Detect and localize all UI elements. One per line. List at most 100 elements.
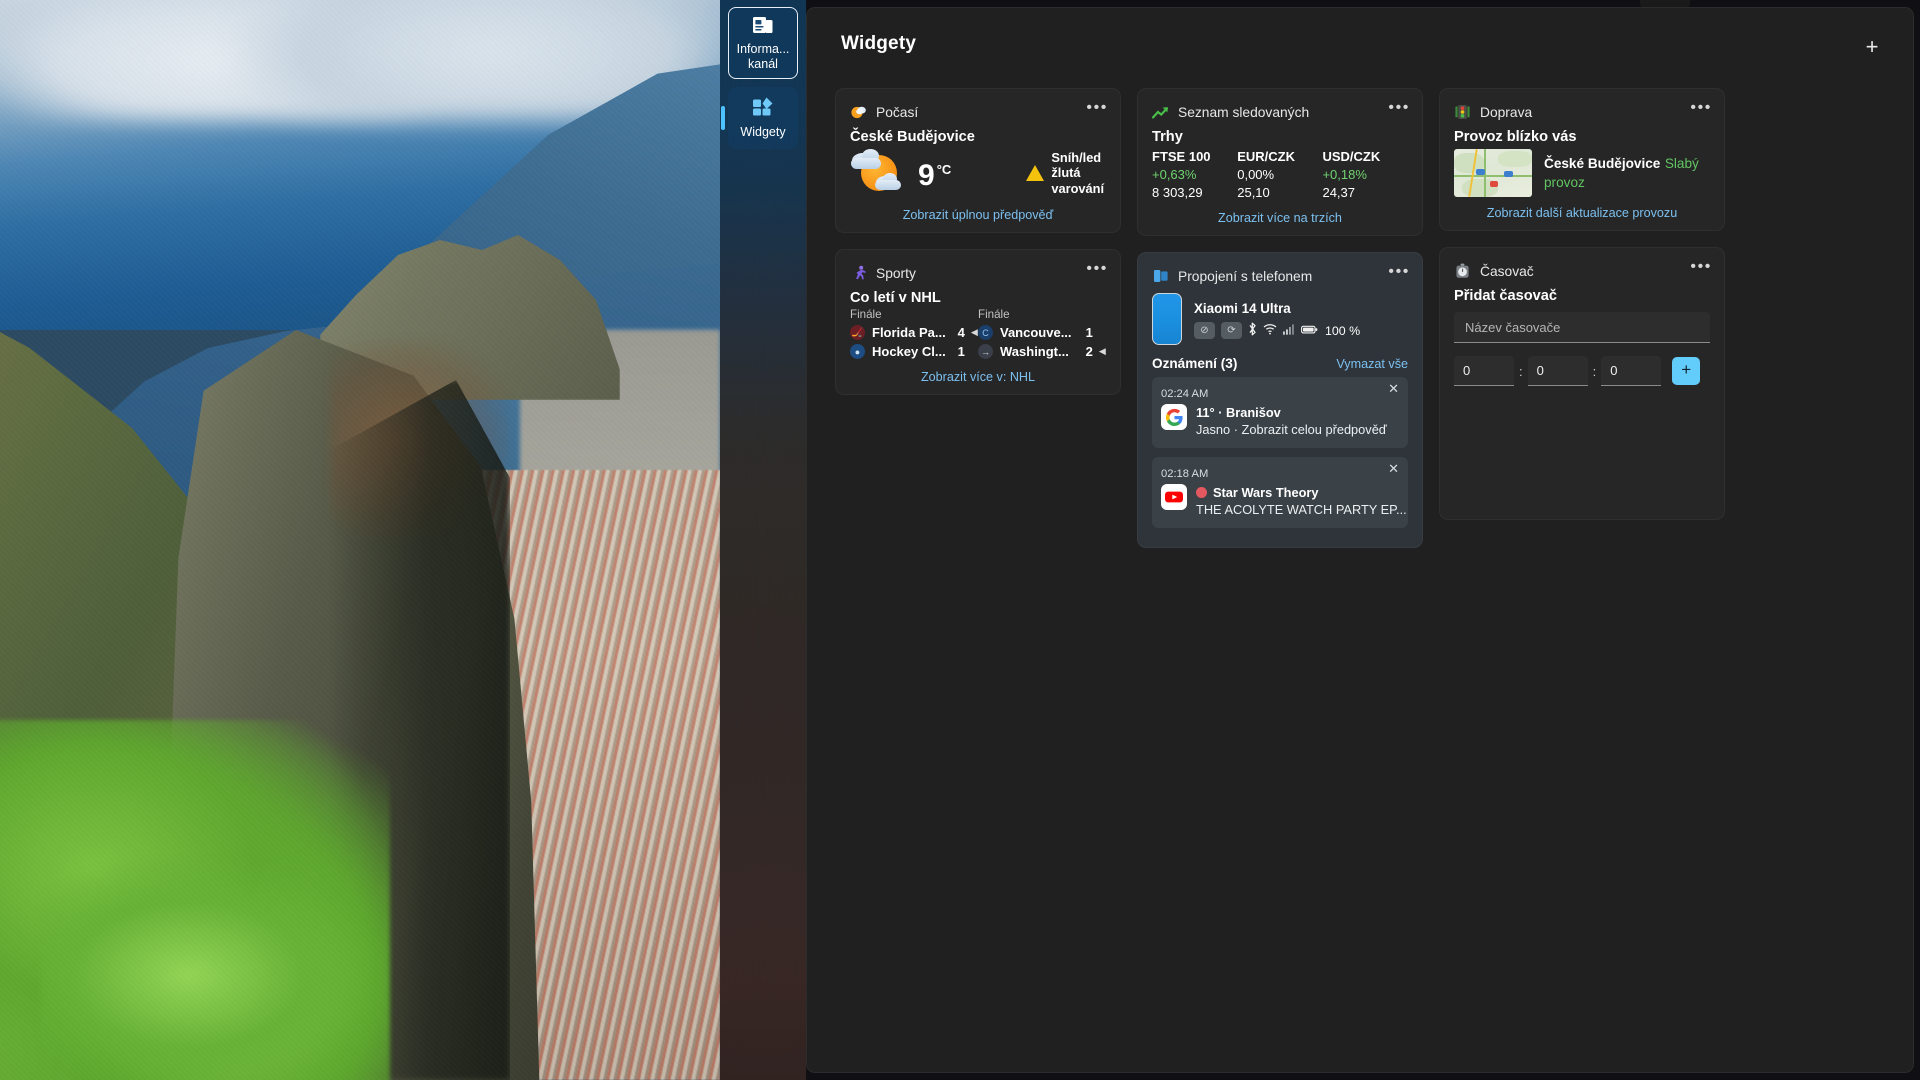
traffic-widget-name: Doprava — [1480, 105, 1532, 120]
watchlist-symbol: EUR/CZK — [1237, 148, 1322, 166]
sports-team-row: → Washingt... 2 ◀ — [978, 342, 1106, 361]
timer-widget-menu[interactable]: ••• — [1690, 259, 1712, 275]
timer-duration-fields: : : + — [1454, 356, 1710, 386]
weather-temperature: 9°C — [918, 155, 951, 191]
watchlist-change: +0,18% — [1322, 166, 1407, 184]
notification-item[interactable]: 02:18 AM ✕ Star Wars Theory — [1152, 457, 1408, 528]
sidebar-item-widgets[interactable]: Widgety — [728, 87, 798, 149]
watchlist-item[interactable]: FTSE 100 +0,63% 8 303,29 — [1152, 148, 1237, 202]
traffic-widget-menu[interactable]: ••• — [1690, 100, 1712, 116]
notification-body: 11° · Branišov Jasno · Zobrazit celou př… — [1161, 404, 1399, 439]
traffic-content-row: České Budějovice Slabý provoz — [1454, 149, 1710, 197]
phone-notifications-title: Oznámení (3) — [1152, 356, 1237, 371]
watchlist-more-link[interactable]: Zobrazit více na trzích — [1152, 211, 1408, 225]
traffic-more-link[interactable]: Zobrazit další aktualizace provozu — [1454, 206, 1710, 220]
wifi-icon — [1263, 323, 1277, 338]
timer-name-input[interactable] — [1454, 312, 1710, 343]
weather-widget[interactable]: Počasí ••• České Budějovice 9°C — [835, 88, 1121, 233]
watchlist-widget-menu[interactable]: ••• — [1388, 100, 1410, 116]
timer-minutes-input[interactable] — [1528, 356, 1588, 386]
traffic-widget[interactable]: Doprava ••• Provoz blízko vás České Budě… — [1439, 88, 1725, 231]
weather-widget-header: Počasí ••• — [850, 101, 1106, 123]
wallpaper-grain — [0, 0, 720, 1080]
sports-team-row: 🏒 Florida Pa... 4 ◀ — [850, 323, 978, 342]
notification-subtitle: THE ACOLYTE WATCH PARTY EP... — [1196, 502, 1407, 517]
notification-item[interactable]: 02:24 AM ✕ 11° · Branišov — [1152, 377, 1408, 448]
sidebar-item-feed[interactable]: Informa... kanál — [728, 7, 798, 79]
sports-match[interactable]: Finále C Vancouve... 1 → Washingt... 2 ◀ — [978, 308, 1106, 361]
desktop-wallpaper — [0, 0, 720, 1080]
sports-widget[interactable]: Sporty ••• Co letí v NHL Finále 🏒 Florid… — [835, 249, 1121, 395]
widget-column-1: Počasí ••• České Budějovice 9°C — [835, 88, 1121, 548]
traffic-city: České Budějovice — [1544, 156, 1660, 171]
watchlist-widget[interactable]: Seznam sledovaných ••• Trhy FTSE 100 +0,… — [1137, 88, 1423, 236]
bluetooth-icon — [1248, 322, 1257, 339]
widgets-grid: Počasí ••• České Budějovice 9°C — [835, 88, 1891, 548]
watchlist-symbol: USD/CZK — [1322, 148, 1407, 166]
add-widget-button[interactable]: + — [1857, 32, 1887, 62]
notification-body: Star Wars Theory THE ACOLYTE WATCH PARTY… — [1161, 484, 1399, 519]
timer-widget[interactable]: Časovač ••• Přidat časovač : : + — [1439, 247, 1725, 520]
sports-team-score: 4 — [951, 325, 965, 340]
weather-temperature-unit: °C — [937, 162, 952, 177]
sidebar-item-feed-label-line1: Informa... — [737, 42, 790, 57]
sun-cloud-icon — [850, 104, 867, 121]
warning-triangle-icon — [1026, 165, 1044, 181]
sports-match-stage: Finále — [978, 308, 1106, 321]
sports-team-score: 1 — [1079, 325, 1093, 340]
sync-icon[interactable]: ⟳ — [1221, 322, 1242, 339]
sports-team-row: ● Hockey Cl... 1 — [850, 342, 978, 361]
phone-link-widget[interactable]: Propojení s telefonem ••• Xiaomi 14 Ultr… — [1137, 252, 1423, 548]
weather-widget-name: Počasí — [876, 105, 918, 120]
sports-widget-menu[interactable]: ••• — [1086, 261, 1108, 277]
watchlist-items: FTSE 100 +0,63% 8 303,29 EUR/CZK 0,00% 2… — [1152, 148, 1408, 202]
trending-up-icon — [1152, 104, 1169, 121]
cellular-signal-icon — [1283, 323, 1295, 338]
traffic-light-icon — [1454, 104, 1471, 121]
panel-header: Widgety + — [807, 8, 1913, 80]
watchlist-item[interactable]: EUR/CZK 0,00% 25,10 — [1237, 148, 1322, 202]
weather-forecast-link[interactable]: Zobrazit úplnou předpověď — [850, 208, 1106, 222]
sports-team-row: C Vancouve... 1 — [978, 323, 1106, 342]
traffic-title: Provoz blízko vás — [1454, 129, 1710, 145]
sports-more-link[interactable]: Zobrazit více v: NHL — [850, 370, 1106, 384]
running-person-icon — [850, 265, 867, 282]
timer-widget-name: Časovač — [1480, 264, 1534, 279]
watchlist-item[interactable]: USD/CZK +0,18% 24,37 — [1322, 148, 1407, 202]
google-icon — [1161, 404, 1187, 430]
notification-time: 02:18 AM — [1161, 468, 1208, 480]
sports-team-score: 1 — [951, 344, 965, 359]
timer-seconds-input[interactable] — [1601, 356, 1661, 386]
notification-subtitle: Jasno · Zobrazit celou předpověď — [1196, 422, 1387, 437]
widget-column-3: Doprava ••• Provoz blízko vás České Budě… — [1439, 88, 1725, 548]
phone-link-widget-header: Propojení s telefonem ••• — [1152, 265, 1408, 287]
sports-match[interactable]: Finále 🏒 Florida Pa... 4 ◀ ● Hockey Cl..… — [850, 308, 978, 361]
sports-winner-arrow: ◀ — [1099, 346, 1106, 357]
sports-team-name: Hockey Cl... — [872, 344, 951, 359]
timer-separator: : — [1593, 364, 1597, 379]
sports-matches: Finále 🏒 Florida Pa... 4 ◀ ● Hockey Cl..… — [850, 308, 1106, 361]
notification-text: Star Wars Theory THE ACOLYTE WATCH PARTY… — [1196, 484, 1399, 519]
phone-notifications-header: Oznámení (3) Vymazat vše — [1152, 356, 1408, 371]
do-not-disturb-icon[interactable]: ⊘ — [1194, 322, 1215, 339]
traffic-widget-header: Doprava ••• — [1454, 101, 1710, 123]
weather-alert[interactable]: Sníh/led žlutá varování — [1026, 150, 1104, 197]
notification-dismiss-button[interactable]: ✕ — [1388, 462, 1399, 475]
watchlist-value: 25,10 — [1237, 184, 1322, 202]
traffic-map-thumbnail[interactable] — [1454, 149, 1532, 197]
timer-title: Přidat časovač — [1454, 288, 1710, 304]
sports-widget-name: Sporty — [876, 266, 916, 281]
sports-team-score: 2 — [1079, 344, 1093, 359]
watchlist-symbol: FTSE 100 — [1152, 148, 1237, 166]
timer-add-button[interactable]: + — [1672, 357, 1700, 385]
watchlist-change: +0,63% — [1152, 166, 1237, 184]
clear-all-button[interactable]: Vymazat vše — [1336, 357, 1408, 371]
watchlist-value: 24,37 — [1322, 184, 1407, 202]
active-indicator — [721, 106, 725, 130]
phone-link-widget-menu[interactable]: ••• — [1388, 264, 1410, 280]
notification-dismiss-button[interactable]: ✕ — [1388, 382, 1399, 395]
weather-alert-line2: žlutá — [1051, 165, 1080, 180]
phone-link-icon — [1152, 268, 1169, 285]
timer-hours-input[interactable] — [1454, 356, 1514, 386]
weather-widget-menu[interactable]: ••• — [1086, 100, 1108, 116]
